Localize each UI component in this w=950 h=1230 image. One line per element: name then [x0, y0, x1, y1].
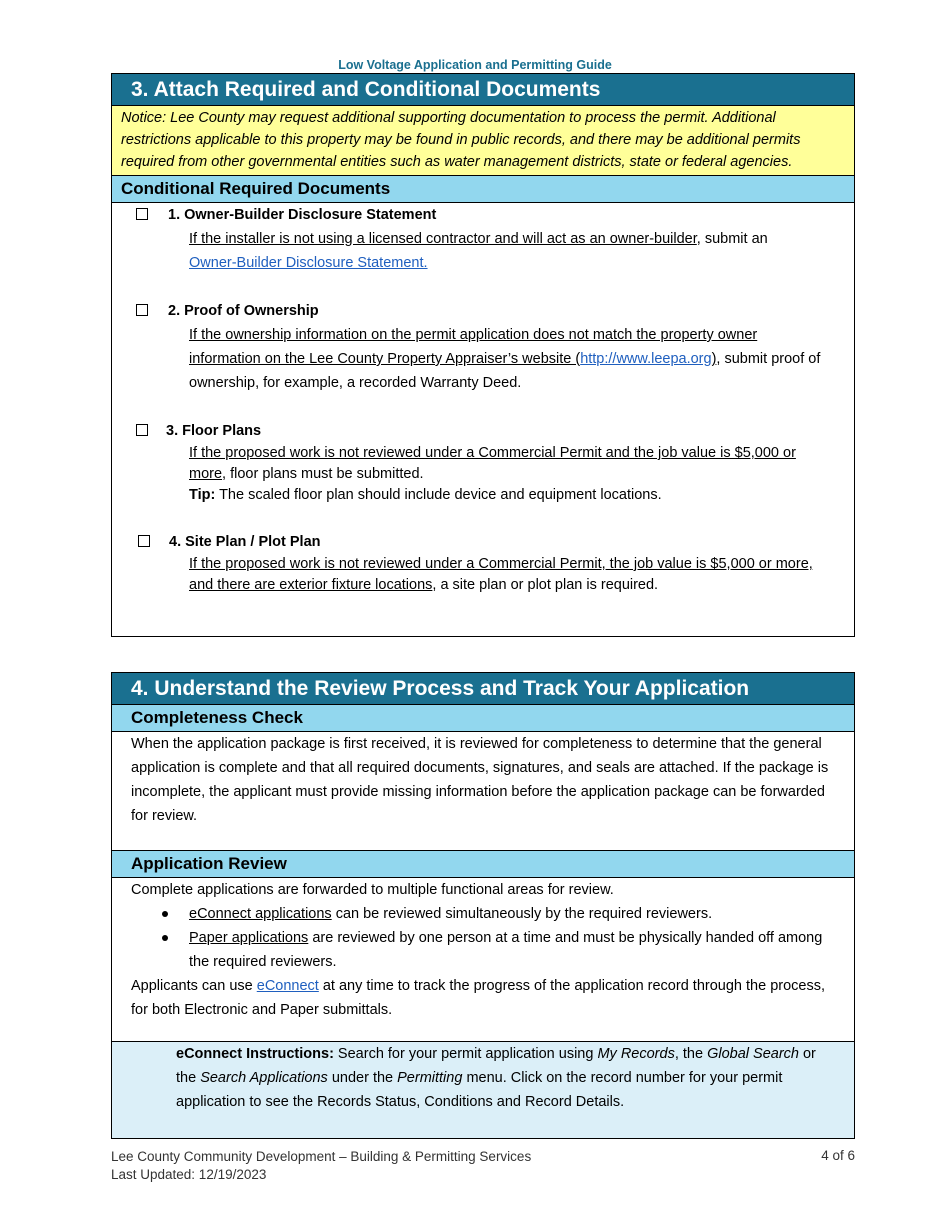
doc-item-body: If the proposed work is not reviewed und… — [189, 419, 854, 506]
completeness-heading: Completeness Check — [112, 705, 854, 732]
section-3: 3. Attach Required and Conditional Docum… — [111, 73, 855, 637]
instr-text: under the — [327, 1070, 398, 1086]
track-pre: Applicants can use — [131, 978, 257, 994]
instructions-label: eConnect Instructions: — [176, 1046, 334, 1062]
track-text: Applicants can use eConnect at any time … — [112, 974, 854, 1022]
doc-item-title: 1. Owner-Builder Disclosure Statement — [168, 207, 437, 223]
body-text: , floor plans must be submitted. — [222, 466, 424, 482]
doc-item-owner-builder: 1. Owner-Builder Disclosure Statement If… — [112, 203, 854, 275]
footer: Lee County Community Development – Build… — [111, 1148, 531, 1184]
econnect-instructions: eConnect Instructions: Search for your p… — [112, 1041, 854, 1138]
completeness-text: When the application package is first re… — [131, 736, 829, 824]
conditional-docs-heading: Conditional Required Documents — [112, 176, 854, 203]
bullet-econnect: eConnect applications can be reviewed si… — [162, 902, 854, 926]
checkbox[interactable] — [136, 304, 148, 316]
review-intro: Complete applications are forwarded to m… — [131, 882, 614, 898]
checkbox[interactable] — [136, 424, 148, 436]
bullet-lead: eConnect applications — [189, 906, 332, 922]
doc-item-floor-plans: 3. Floor Plans If the proposed work is n… — [112, 419, 854, 506]
section-4: 4. Understand the Review Process and Tra… — [111, 672, 855, 1139]
document-page: Low Voltage Application and Permitting G… — [0, 0, 950, 1230]
tip-label: Tip: — [189, 487, 216, 503]
section-3-title: 3. Attach Required and Conditional Docum… — [112, 74, 854, 106]
checkbox[interactable] — [136, 208, 148, 220]
running-head: Low Voltage Application and Permitting G… — [338, 58, 612, 72]
bullet-icon — [162, 935, 168, 941]
body-text: , a site plan or plot plan is required. — [432, 577, 659, 593]
doc-item-title: 2. Proof of Ownership — [168, 303, 319, 319]
doc-item-site-plan: 4. Site Plan / Plot Plan If the proposed… — [112, 530, 854, 596]
instr-text: , the — [674, 1046, 708, 1062]
instr-search-applications: Search Applications — [200, 1070, 328, 1086]
econnect-link[interactable]: eConnect — [257, 978, 319, 994]
tip-text: The scaled floor plan should include dev… — [215, 487, 662, 503]
bullet-text: can be reviewed simultaneously by the re… — [331, 906, 713, 922]
body-text: , submit an — [696, 231, 768, 247]
application-review-heading: Application Review — [112, 850, 854, 878]
checkbox[interactable] — [138, 535, 150, 547]
bullet-icon — [162, 911, 168, 917]
owner-builder-link[interactable]: Owner-Builder Disclosure Statement. — [189, 255, 428, 271]
footer-org: Lee County Community Development – Build… — [111, 1149, 532, 1164]
instr-permitting: Permitting — [397, 1070, 463, 1086]
bullet-paper: Paper applications are reviewed by one p… — [162, 926, 854, 974]
section-4-title: 4. Understand the Review Process and Tra… — [112, 673, 854, 705]
doc-item-proof-of-ownership: 2. Proof of Ownership If the ownership i… — [112, 299, 854, 395]
instr-my-records: My Records — [597, 1046, 675, 1062]
instr-global-search: Global Search — [707, 1046, 799, 1062]
review-bullets: eConnect applications can be reviewed si… — [112, 902, 854, 974]
page-number: 4 of 6 — [821, 1148, 855, 1163]
notice: Notice: Lee County may request additiona… — [112, 106, 854, 176]
condition-text: If the installer is not using a licensed… — [189, 231, 697, 247]
doc-item-title: 4. Site Plan / Plot Plan — [169, 534, 321, 550]
bullet-lead: Paper applications — [189, 930, 309, 946]
leepa-link[interactable]: http://www.leepa.org — [580, 351, 711, 367]
doc-item-title: 3. Floor Plans — [166, 423, 262, 439]
instr-text: Search for your permit application using — [333, 1046, 598, 1062]
footer-updated: Last Updated: 12/19/2023 — [111, 1167, 267, 1182]
